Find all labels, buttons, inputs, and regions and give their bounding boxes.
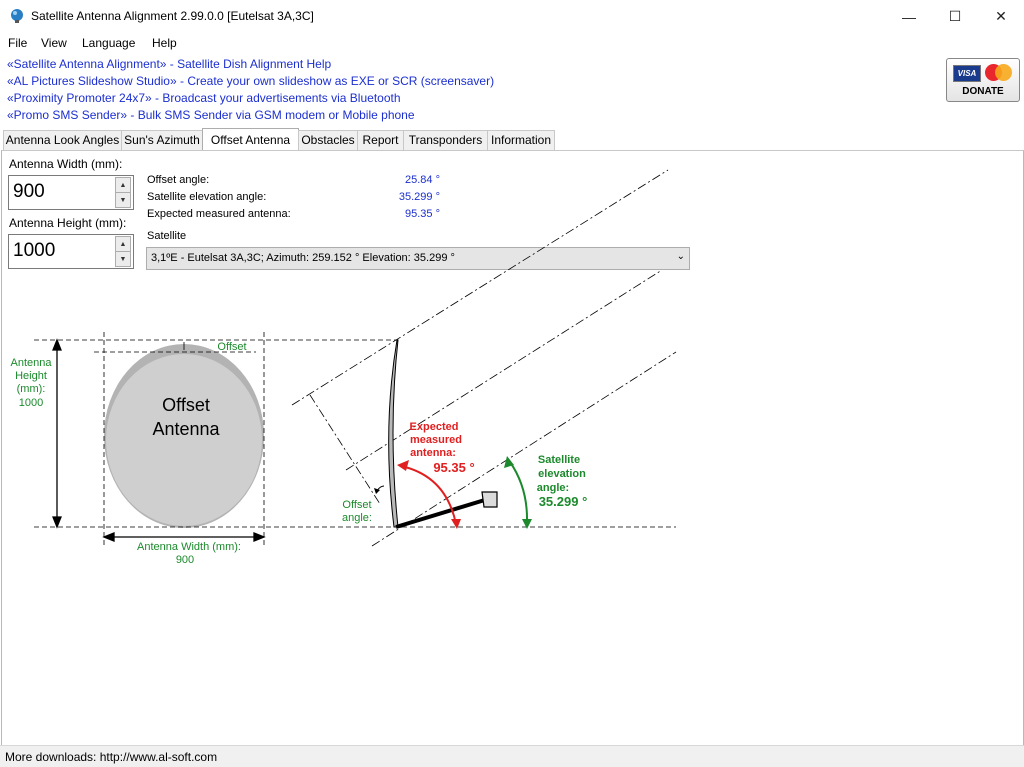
status-bar: More downloads: http://www.al-soft.com <box>0 745 1024 767</box>
width-label: Antenna Width (mm): <box>137 541 241 553</box>
offset-top-label: Offset <box>217 341 246 353</box>
elevation-angle-arc <box>509 461 529 524</box>
elevation-value: 35.299 ° <box>539 494 588 509</box>
elevation-line3: angle: <box>537 482 569 494</box>
height-label-line3: (mm): <box>17 383 46 395</box>
offset-angle-line1: Offset <box>342 499 371 511</box>
height-label-line2: Height <box>15 370 47 382</box>
elevation-line2: elevation <box>538 468 586 480</box>
width-arrow <box>102 532 266 542</box>
signal-rays <box>291 169 677 547</box>
height-label-line1: Antenna <box>11 357 53 369</box>
dish-label-offset: Offset <box>162 395 210 415</box>
dish-label-antenna: Antenna <box>152 419 220 439</box>
elevation-line1: Satellite <box>538 454 580 466</box>
status-text: More downloads: http://www.al-soft.com <box>5 750 218 764</box>
expected-line3: antenna: <box>410 447 456 459</box>
dish-front-view: Offset Antenna <box>104 344 264 528</box>
expected-value: 95.35 ° <box>433 460 474 475</box>
offset-antenna-diagram: Offset Antenna Offset Antenna Height (mm… <box>11 169 677 566</box>
expected-line1: Expected <box>410 421 459 433</box>
dish-side-view <box>388 339 399 528</box>
height-label-value: 1000 <box>19 397 43 409</box>
expected-line2: measured <box>410 434 462 446</box>
offset-angle-line2: angle: <box>342 512 372 524</box>
height-arrow <box>52 338 62 529</box>
width-label-value: 900 <box>176 554 194 566</box>
